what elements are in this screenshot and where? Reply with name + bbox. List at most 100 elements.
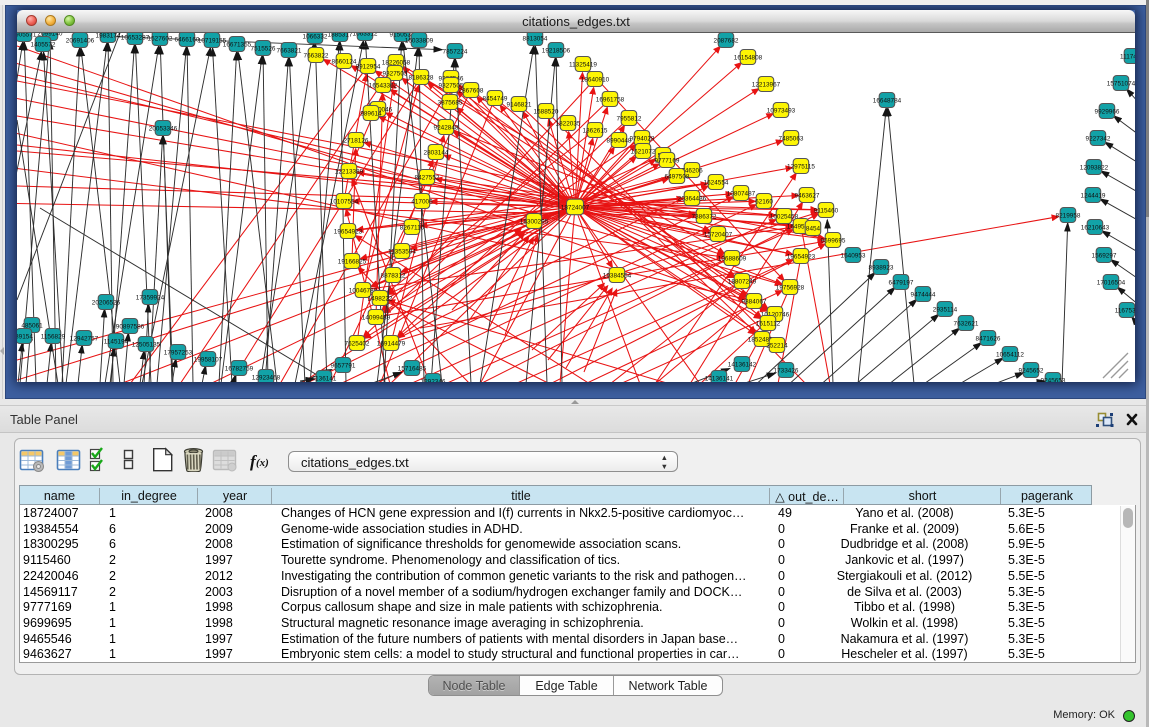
svg-text:1362615: 1362615	[583, 127, 608, 134]
svg-text:1156829: 1156829	[41, 333, 66, 340]
svg-text:16154808: 16154808	[734, 54, 763, 61]
svg-text:9227342: 9227342	[1086, 135, 1111, 142]
svg-text:1498222: 1498222	[368, 295, 393, 302]
svg-text:9463627: 9463627	[795, 192, 820, 199]
svg-text:6466160: 6466160	[175, 36, 200, 43]
svg-text:8660124: 8660124	[332, 58, 357, 65]
svg-text:2935114: 2935114	[933, 306, 958, 313]
svg-text:1569297: 1569297	[1092, 252, 1117, 259]
svg-text:417006: 417006	[411, 198, 433, 205]
svg-text:16210643: 16210643	[1081, 224, 1110, 231]
svg-text:1292346: 1292346	[421, 378, 446, 382]
svg-text:2803144: 2803144	[424, 149, 449, 156]
svg-text:12505135: 12505135	[132, 341, 161, 348]
svg-text:8186328: 8186328	[409, 74, 434, 81]
svg-text:9245652: 9245652	[1019, 367, 1044, 374]
svg-text:16782759: 16782759	[225, 365, 254, 372]
svg-text:16671355: 16671355	[223, 41, 252, 48]
svg-text:9699695: 9699695	[821, 237, 846, 244]
svg-text:11353594: 11353594	[388, 248, 416, 255]
svg-text:9777169: 9777169	[655, 157, 680, 164]
svg-text:19958107: 19958107	[194, 356, 223, 363]
svg-text:1244419: 1244419	[1081, 192, 1106, 199]
svg-text:1983174: 1983174	[96, 33, 121, 39]
svg-text:6497508: 6497508	[665, 173, 690, 180]
svg-text:1405572: 1405572	[31, 41, 56, 48]
svg-text:9245653: 9245653	[1041, 377, 1066, 382]
svg-text:10107554: 10107554	[330, 198, 359, 205]
svg-text:2087682: 2087682	[714, 37, 739, 44]
svg-text:18300295: 18300295	[520, 218, 549, 225]
svg-text:7632621: 7632621	[954, 320, 979, 327]
svg-text:14136142: 14136142	[728, 361, 757, 368]
svg-text:1588520: 1588520	[534, 108, 559, 115]
svg-text:12093822: 12093822	[1080, 164, 1109, 171]
svg-text:18640910: 18640910	[581, 76, 610, 83]
svg-text:15716485: 15716485	[398, 365, 427, 372]
svg-text:14136141: 14136141	[705, 375, 734, 382]
svg-text:6479197: 6479197	[889, 279, 914, 286]
svg-text:1624554: 1624554	[704, 179, 729, 186]
svg-text:20364436: 20364436	[678, 195, 707, 202]
svg-text:8813054: 8813054	[523, 35, 548, 42]
svg-text:8454: 8454	[806, 225, 821, 232]
svg-text:8878312: 8878312	[381, 272, 406, 279]
svg-text:1905571: 1905571	[17, 33, 37, 38]
svg-text:1145194: 1145194	[104, 338, 129, 345]
svg-text:9242848: 9242848	[434, 124, 459, 131]
svg-text:1527602: 1527602	[148, 35, 173, 42]
svg-text:9884067: 9884067	[742, 298, 767, 305]
svg-text:1117434: 1117434	[1120, 53, 1135, 60]
svg-text:15751074: 15751074	[1107, 80, 1135, 87]
svg-text:19654923: 19654923	[334, 228, 363, 235]
svg-text:16648784: 16648784	[873, 97, 902, 104]
svg-text:9327505: 9327505	[383, 70, 408, 77]
svg-text:14099489: 14099489	[362, 314, 391, 321]
svg-text:8454749: 8454749	[483, 95, 508, 102]
svg-text:8219958: 8219958	[1056, 212, 1081, 219]
svg-text:7663822: 7663822	[304, 52, 329, 59]
svg-text:12975115: 12975115	[787, 163, 815, 170]
svg-text:9115460: 9115460	[814, 207, 839, 214]
svg-text:62160: 62160	[755, 198, 773, 205]
svg-text:9146821: 9146821	[507, 101, 532, 108]
svg-text:9474444: 9474444	[911, 291, 936, 298]
svg-text:39154: 39154	[17, 333, 33, 340]
svg-text:19384554: 19384554	[603, 272, 632, 279]
svg-text:19218506: 19218506	[542, 47, 571, 54]
svg-text:19756928: 19756928	[776, 284, 805, 291]
svg-text:90897586: 90897586	[116, 323, 145, 330]
svg-text:16914479: 16914479	[377, 340, 406, 347]
svg-text:1066332: 1066332	[303, 33, 328, 40]
svg-text:8912954: 8912954	[356, 63, 381, 70]
svg-text:1733426: 1733426	[774, 367, 799, 374]
svg-text:10653287: 10653287	[121, 34, 150, 41]
svg-text:2867608: 2867608	[459, 87, 484, 94]
svg-text:10688609: 10688609	[718, 255, 747, 262]
svg-text:17957253: 17957253	[164, 349, 193, 356]
svg-text:12213389: 12213389	[335, 168, 364, 175]
svg-text:8267110: 8267110	[400, 224, 425, 231]
svg-text:16961758: 16961758	[596, 96, 625, 103]
svg-text:1822035: 1822035	[556, 120, 581, 127]
svg-text:9657791: 9657791	[331, 362, 356, 369]
svg-text:(x): (x)	[256, 457, 269, 469]
svg-text:7857224: 7857224	[443, 48, 468, 55]
svg-text:15720407: 15720407	[704, 231, 733, 238]
svg-text:10654112: 10654112	[996, 351, 1024, 358]
svg-text:252214: 252214	[766, 342, 788, 349]
svg-text:7663821: 7663821	[277, 47, 302, 54]
svg-text:4136141: 4136141	[312, 375, 337, 382]
svg-text:17359924: 17359924	[136, 294, 165, 301]
svg-text:10973493: 10973493	[767, 107, 796, 114]
svg-text:8471626: 8471626	[976, 335, 1001, 342]
svg-text:1885317: 1885317	[328, 33, 353, 38]
svg-text:1615112: 1615112	[756, 320, 781, 327]
svg-text:12942757: 12942757	[70, 335, 99, 342]
svg-text:12923468: 12923468	[252, 374, 281, 381]
svg-text:1167533: 1167533	[1115, 307, 1135, 314]
svg-text:1640953: 1640953	[841, 252, 866, 259]
svg-text:18807249: 18807249	[728, 278, 757, 285]
svg-text:9794028: 9794028	[630, 135, 655, 142]
svg-text:20053346: 20053346	[149, 125, 178, 132]
